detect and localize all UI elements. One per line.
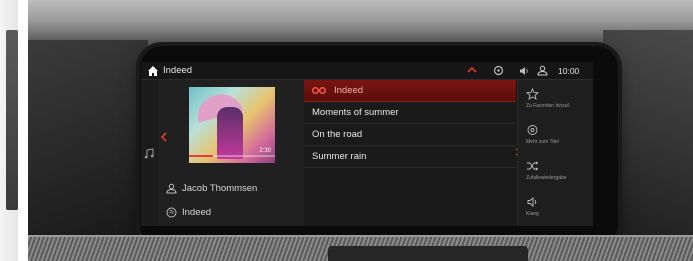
- album-row[interactable]: Indeed: [166, 206, 302, 220]
- track-info-button[interactable]: Mehr zum Titel: [518, 120, 593, 156]
- top-bar: Indeed 10:00: [141, 62, 593, 80]
- music-note-icon[interactable]: [144, 148, 154, 159]
- track-row[interactable]: Moments of summer: [304, 102, 516, 124]
- sound-icon: [527, 197, 537, 207]
- playback-time: 2:30: [259, 148, 271, 154]
- track-row[interactable]: Summer rain: [304, 146, 516, 168]
- shuffle-icon: [527, 161, 539, 171]
- track-row[interactable]: On the road: [304, 124, 516, 146]
- chevron-left-icon[interactable]: [160, 132, 167, 142]
- options-panel: Zu Favoriten hinzuf. Mehr zum Titel Zufa…: [517, 80, 593, 226]
- media-source-icon[interactable]: [493, 65, 504, 76]
- shuffle-button[interactable]: Zufallswiedergabe: [518, 156, 593, 192]
- chevron-up-icon[interactable]: [467, 65, 477, 75]
- app-title: Indeed: [163, 65, 193, 76]
- track-title: On the road: [312, 129, 363, 140]
- air-vent: [328, 246, 528, 261]
- star-icon: [526, 88, 539, 100]
- track-list: Indeed Moments of summer On the road Sum…: [304, 80, 516, 226]
- infotainment-screen: Indeed 10:00 2:30 Jacob Thommsen Indeed …: [141, 62, 593, 226]
- track-row-selected[interactable]: Indeed: [304, 80, 516, 102]
- adjacent-image-edge: [0, 0, 18, 261]
- user-profile-icon[interactable]: [537, 65, 548, 76]
- progress-bar-fill: [189, 155, 214, 157]
- now-playing-icon: [312, 87, 326, 94]
- dashboard-left-panel: [28, 40, 148, 261]
- left-sidebar: [141, 80, 158, 226]
- sound-button[interactable]: Klang: [518, 192, 593, 226]
- now-playing-panel: 2:30 Jacob Thommsen Indeed: [158, 80, 304, 226]
- favorite-label: Zu Favoriten hinzuf.: [526, 103, 571, 109]
- progress-bar[interactable]: [189, 155, 275, 157]
- album-name: Indeed: [182, 207, 212, 218]
- home-icon[interactable]: [147, 65, 159, 77]
- album-icon: [166, 207, 177, 218]
- clock: 10:00: [558, 66, 580, 76]
- cover-art-figure: [217, 107, 243, 159]
- artist-icon: [166, 183, 177, 194]
- track-title: Indeed: [334, 85, 364, 96]
- album-cover[interactable]: 2:30: [189, 87, 275, 163]
- favorite-button[interactable]: Zu Favoriten hinzuf.: [518, 84, 593, 120]
- track-title: Moments of summer: [312, 107, 399, 118]
- track-title: Summer rain: [312, 151, 367, 162]
- track-info-label: Mehr zum Titel: [526, 139, 559, 145]
- artist-row[interactable]: Jacob Thommsen: [166, 182, 302, 196]
- artist-name: Jacob Thommsen: [182, 183, 258, 194]
- sound-label: Klang: [526, 211, 539, 217]
- volume-icon[interactable]: [519, 66, 529, 76]
- tone-icon: [527, 125, 538, 135]
- shuffle-label: Zufallswiedergabe: [526, 175, 567, 181]
